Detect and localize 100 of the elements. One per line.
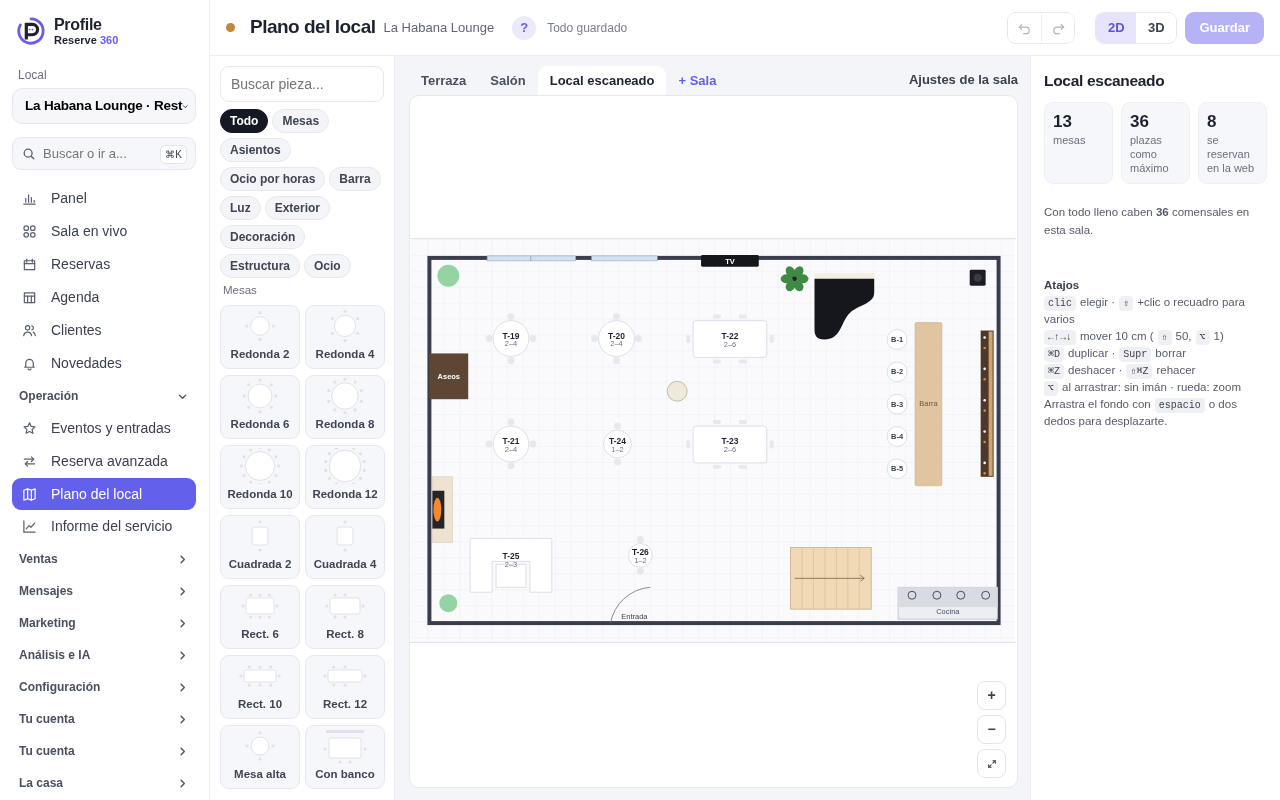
star-icon [22,421,37,436]
restroom-area [429,353,469,400]
nav-item[interactable]: Sala en vivo [12,215,196,248]
table-piece[interactable]: Redonda 6 [220,375,300,440]
nav-group-header[interactable]: Marketing [12,607,196,639]
table-piece[interactable]: Con banco [305,725,385,790]
shortcut-text: elegir · [1080,295,1116,310]
help-button[interactable]: ? [512,15,537,40]
fireplace-drawing [432,476,453,543]
filter-chip[interactable]: Ocio [304,254,351,278]
search-field[interactable]: Buscar pieza... [220,66,384,102]
view-mode-toggle[interactable]: 2D [1096,12,1137,43]
shortcut-text: 50, [1175,328,1192,344]
filter-chip[interactable]: Asientos [220,138,291,162]
table-piece[interactable]: Rect. 10 [220,655,300,720]
shortcut-text: borrar [1155,345,1187,361]
table-piece[interactable]: Cuadrada 4 [305,515,385,580]
users-icon [22,323,37,338]
filter-chip[interactable]: Todo [220,109,269,133]
nav-item[interactable]: Novedades [12,347,196,380]
filter-chip[interactable]: Estructura [220,254,301,278]
table-piece[interactable]: Redonda 12 [305,445,385,510]
round-table [485,313,537,364]
filter-chip[interactable]: Barra [329,167,381,191]
table-number: T-23 [721,436,739,447]
nav-item[interactable]: Plano del local [12,478,196,510]
stat-value: 36 [1130,112,1150,133]
zoom-in-button[interactable]: + [977,681,1006,710]
key-hint: espacio [1154,397,1205,413]
table-piece[interactable]: Rect. 8 [305,585,385,650]
bar-stool [886,329,908,350]
filter-chip[interactable]: Ocio por horas [220,167,326,191]
nav-group-header[interactable]: Ventas [12,543,196,575]
section-label: Mesas [223,283,258,298]
nav-item[interactable]: Eventos y entradas [12,412,196,445]
line-chart-icon [22,519,37,534]
nav-group-header[interactable]: Mensajes [12,575,196,607]
shortcut-text: varios [1044,312,1075,327]
calendar-icon [22,257,37,272]
nav-group-header[interactable]: Tu cuenta [12,703,196,735]
key-hint: clic [1044,296,1076,311]
table-number: T-19 [502,330,520,341]
chevron-icon [177,713,188,725]
product-name: Reserve [54,33,97,46]
table-piece[interactable]: Redonda 8 [305,375,385,440]
table-piece[interactable]: Cuadrada 2 [220,515,300,580]
nav-group-header[interactable]: La casa [12,767,196,799]
summary-text: Con todo lleno caben 36 comensales en esta sala. [1044,205,1251,238]
chevron-icon [177,553,188,565]
round-table [627,536,653,575]
table-piece[interactable]: Mesa alta [220,725,300,790]
zoom-out-button[interactable]: − [977,715,1006,744]
nav-item[interactable]: Agenda [12,281,196,314]
key-hint: Supr [1119,346,1152,362]
chevron-icon [177,617,188,629]
table-icon [22,290,37,305]
chevron-icon [177,585,188,597]
table-piece[interactable]: Redonda 2 [220,305,300,370]
nav-group-header[interactable]: Tu cuenta [12,735,196,767]
shortcut-text: duplicar · [1068,345,1116,361]
product-version: 360 [99,33,119,46]
nav-item[interactable]: Informe del servicio [12,510,196,543]
venue-select[interactable]: La Habana Lounge · Rest [12,88,196,124]
arrows-icon [22,454,37,469]
nav-item[interactable]: Reservas [12,248,196,281]
chevron-icon [177,745,188,757]
logo-icon [16,16,46,46]
room-tab[interactable]: Local escaneado [537,66,667,95]
shortcut-text: al arrastrar: sin imán · rueda: zoom [1062,379,1241,395]
round-table [603,422,632,466]
stat-label: se reservan en la web [1207,132,1256,176]
table-piece[interactable]: Redonda 10 [220,445,300,510]
window [591,255,658,262]
add-room-link[interactable]: + Sala [666,66,729,95]
nav-item[interactable]: Clientes [12,314,196,347]
key-hint: ⌥ [1044,380,1059,396]
shortcut-text: +clic o recuadro para [1137,295,1245,310]
filter-chip[interactable]: Mesas [272,109,330,133]
table-piece[interactable]: Rect. 12 [305,655,385,720]
filter-chip[interactable]: Decoración [220,225,306,249]
chevron-icon [177,649,188,661]
status-dot [226,23,235,32]
filter-chip[interactable]: Exterior [264,196,331,220]
venue-name: La Habana Lounge [383,18,495,37]
filter-chip[interactable]: Luz [220,196,261,220]
table-number: T-26 [631,547,649,558]
save-status: Todo guardado [547,19,628,37]
nav-group-header[interactable]: Análisis e IA [12,639,196,671]
nav-item[interactable]: Panel [12,182,196,215]
fit-view-button[interactable] [977,749,1006,778]
room-tab[interactable]: Salón [478,66,538,95]
nav-group-header[interactable]: Configuración [12,671,196,703]
table-piece[interactable]: Redonda 4 [305,305,385,370]
nav-item[interactable]: Reserva avanzada [12,445,196,478]
table-piece[interactable]: Rect. 6 [220,585,300,650]
nav-group-header[interactable]: Operación [12,380,196,412]
table-number: T-21 [502,436,520,446]
room-settings-link[interactable]: Ajustes de la sala [908,69,1018,95]
room-tab[interactable]: Terraza [409,66,479,95]
stat-value: 13 [1053,112,1073,133]
